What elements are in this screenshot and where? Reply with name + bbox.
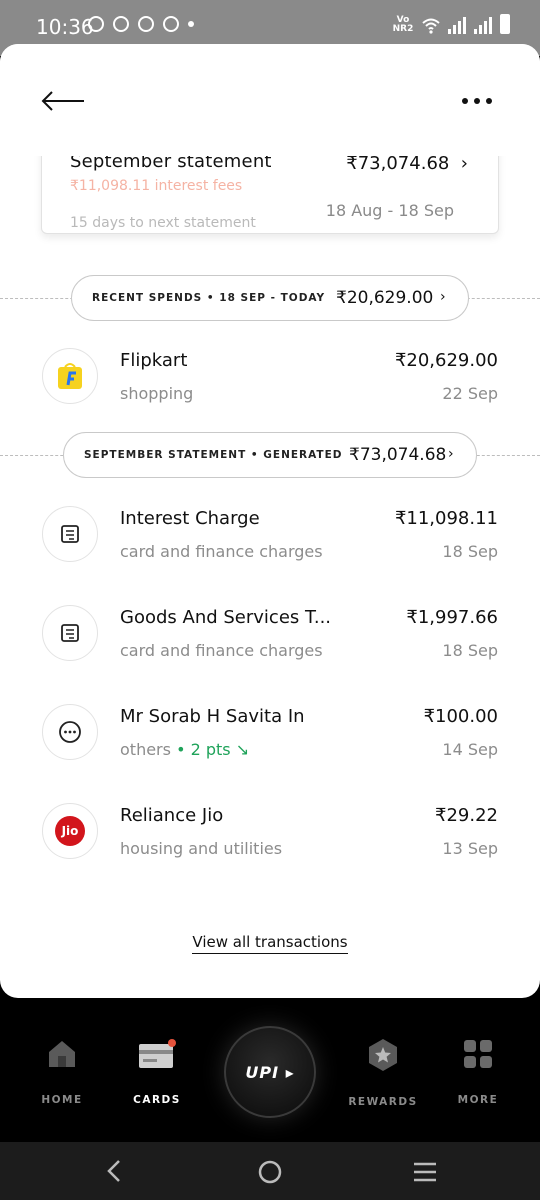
- statement-interest-note: ₹11,098.11 interest fees: [70, 178, 243, 194]
- flipkart-logo-icon: [42, 348, 98, 404]
- jio-logo-icon: Jio: [42, 803, 98, 859]
- view-all-link[interactable]: View all transactions: [192, 933, 348, 954]
- system-back-icon[interactable]: [104, 1159, 124, 1183]
- grid-icon: [464, 1040, 492, 1068]
- more-notifications-icon: [188, 21, 194, 27]
- system-home-icon[interactable]: [257, 1159, 283, 1185]
- nav-home-label: HOME: [41, 1094, 83, 1106]
- location-icon: [138, 16, 154, 32]
- transaction-name: Goods And Services T...: [120, 607, 332, 628]
- transaction-date: 22 Sep: [442, 384, 498, 403]
- statement-pill-label: SEPTEMBER STATEMENT • GENERATED: [84, 449, 343, 461]
- transaction-category: shopping: [120, 384, 194, 403]
- jio-logo-text: Jio: [55, 816, 85, 846]
- transaction-row[interactable]: Flipkart shopping ₹20,629.00 22 Sep: [0, 348, 540, 438]
- transaction-row[interactable]: Jio Reliance Jio housing and utilities ₹…: [0, 803, 540, 893]
- nav-more[interactable]: MORE: [433, 1038, 523, 1106]
- transactions-sheet: September statement ₹73,074.68 › ₹11,098…: [0, 44, 540, 998]
- app-notification-icon: [113, 16, 129, 32]
- transaction-amount: ₹1,997.66: [406, 607, 498, 628]
- nav-more-label: MORE: [457, 1094, 499, 1106]
- nav-home[interactable]: HOME: [17, 1038, 107, 1106]
- transaction-date: 13 Sep: [442, 839, 498, 858]
- receipt-icon: [42, 605, 98, 661]
- recent-spends-amount: ₹20,629.00: [336, 288, 434, 308]
- transaction-name: Reliance Jio: [120, 805, 224, 826]
- signal-icon-2: [474, 16, 492, 34]
- statement-pill-amount: ₹73,074.68: [349, 445, 447, 465]
- signal-icon: [448, 16, 466, 34]
- star-badge-icon: [369, 1039, 397, 1071]
- system-recents-icon[interactable]: [412, 1161, 438, 1183]
- statement-amount: ₹73,074.68 ›: [346, 153, 468, 174]
- system-icons: Vo NR2: [392, 14, 510, 34]
- upi-button[interactable]: UPI ▸: [224, 1026, 316, 1118]
- search-notification-icon: [163, 16, 179, 32]
- back-arrow-icon[interactable]: [40, 88, 86, 114]
- top-bar: [0, 44, 540, 156]
- transaction-row[interactable]: Interest Charge card and finance charges…: [0, 506, 540, 596]
- transaction-category: others • 2 pts ↘: [120, 740, 250, 759]
- transaction-amount: ₹11,098.11: [394, 508, 498, 529]
- status-time: 10:36: [36, 15, 94, 39]
- transaction-row[interactable]: Mr Sorab H Savita In others • 2 pts ↘ ₹1…: [0, 704, 540, 794]
- transaction-amount: ₹29.22: [435, 805, 498, 826]
- upi-label: UPI ▸: [245, 1062, 295, 1082]
- statement-date-range: 18 Aug - 18 Sep: [325, 201, 454, 220]
- view-all-transactions[interactable]: View all transactions: [0, 932, 540, 954]
- transaction-name: Flipkart: [120, 350, 188, 371]
- recent-spends-pill[interactable]: RECENT SPENDS • 18 SEP - TODAY ₹20,629.0…: [71, 275, 469, 321]
- transaction-category: card and finance charges: [120, 641, 323, 660]
- transaction-amount: ₹100.00: [423, 706, 498, 727]
- chevron-right-icon: ›: [440, 289, 446, 305]
- transaction-category: card and finance charges: [120, 542, 323, 561]
- september-statement-pill[interactable]: SEPTEMBER STATEMENT • GENERATED ₹73,074.…: [63, 432, 477, 478]
- more-dots-icon[interactable]: [462, 94, 492, 108]
- receipt-icon: [42, 506, 98, 562]
- ellipsis-circle-icon: [42, 704, 98, 760]
- chat-icon: [88, 16, 104, 32]
- home-icon: [49, 1041, 75, 1067]
- bottom-nav: HOME CARDS UPI ▸ REWARDS MORE: [0, 998, 540, 1142]
- transaction-category: housing and utilities: [120, 839, 283, 858]
- transaction-name: Interest Charge: [120, 508, 260, 529]
- transaction-date: 18 Sep: [442, 641, 498, 660]
- nav-rewards[interactable]: REWARDS: [338, 1038, 428, 1108]
- reward-points: • 2 pts ↘: [176, 740, 250, 759]
- transaction-name: Mr Sorab H Savita In: [120, 706, 305, 727]
- battery-icon: [500, 14, 510, 34]
- nav-rewards-label: REWARDS: [348, 1096, 418, 1108]
- notification-icons: [88, 16, 194, 32]
- transaction-amount: ₹20,629.00: [394, 350, 498, 371]
- system-navigation-bar: [0, 1142, 540, 1200]
- transaction-date: 14 Sep: [442, 740, 498, 759]
- recent-spends-label: RECENT SPENDS • 18 SEP - TODAY: [92, 292, 326, 304]
- chevron-right-icon: ›: [448, 446, 454, 462]
- nav-cards[interactable]: CARDS: [112, 1038, 202, 1106]
- transaction-row[interactable]: Goods And Services T... card and finance…: [0, 605, 540, 695]
- network-label: Vo NR2: [392, 15, 414, 34]
- nav-cards-label: CARDS: [133, 1094, 181, 1106]
- transaction-date: 18 Sep: [442, 542, 498, 561]
- wifi-icon: [422, 18, 440, 34]
- card-icon: [139, 1039, 176, 1068]
- statement-next-note: 15 days to next statement: [70, 215, 256, 231]
